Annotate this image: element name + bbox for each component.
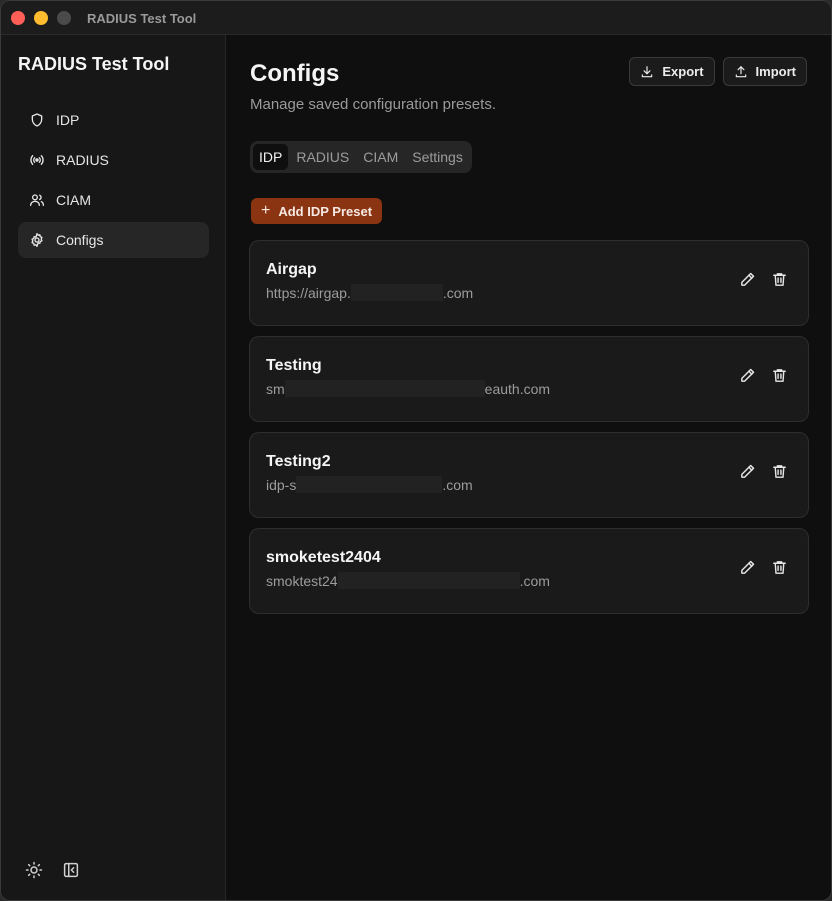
- title-bar: RADIUS Test Tool: [1, 1, 831, 35]
- trash-icon[interactable]: [771, 463, 788, 480]
- preset-actions: [739, 271, 788, 288]
- preset-url-suffix: .com: [442, 477, 473, 493]
- page-subtitle: Manage saved configuration presets.: [250, 96, 496, 113]
- preset-url-prefix: idp-s: [266, 477, 297, 493]
- sidebar-footer: [25, 861, 80, 879]
- preset-list: Airgap https://airgap. .com Testing sm eau…: [249, 240, 809, 624]
- redacted-block: [296, 476, 443, 493]
- download-icon: [642, 65, 653, 77]
- preset-card: Airgap https://airgap. .com: [249, 240, 809, 326]
- preset-url-prefix: sm: [266, 381, 285, 397]
- shield-icon: [29, 112, 45, 128]
- sidebar-item-label: Configs: [56, 232, 104, 248]
- preset-name: smoketest2404: [266, 549, 381, 566]
- preset-url-suffix: eauth.com: [484, 381, 551, 397]
- sun-icon[interactable]: [25, 861, 43, 879]
- preset-url-prefix: smoktest24: [266, 573, 338, 589]
- tab-ciam[interactable]: CIAM: [357, 144, 404, 170]
- minimize-window-button[interactable]: [34, 11, 48, 25]
- trash-icon[interactable]: [771, 559, 788, 576]
- sidebar-item-ciam[interactable]: CIAM: [18, 182, 209, 218]
- tab-radius[interactable]: RADIUS: [290, 144, 355, 170]
- sidebar-item-label: CIAM: [56, 192, 91, 208]
- export-label: Export: [662, 64, 704, 79]
- import-button[interactable]: Import: [722, 57, 807, 86]
- sidebar: RADIUS Test Tool IDP RADIUS CIAM Configs: [1, 35, 226, 900]
- upload-icon: [735, 65, 746, 77]
- redacted-block: [350, 284, 443, 301]
- sidebar-item-idp[interactable]: IDP: [18, 102, 209, 138]
- preset-url: smoktest24 .com: [266, 572, 550, 589]
- plus-icon: +: [261, 202, 271, 219]
- preset-actions: [739, 559, 788, 576]
- gear-icon: [29, 232, 45, 248]
- trash-icon[interactable]: [771, 271, 788, 288]
- sidebar-item-label: RADIUS: [56, 152, 109, 168]
- tab-settings[interactable]: Settings: [406, 144, 469, 170]
- preset-actions: [739, 463, 788, 480]
- preset-url: https://airgap. .com: [266, 284, 473, 301]
- edit-icon[interactable]: [739, 463, 756, 480]
- tab-idp[interactable]: IDP: [253, 144, 289, 170]
- add-idp-preset-button[interactable]: + Add IDP Preset: [251, 198, 383, 224]
- maximize-window-button[interactable]: [57, 11, 71, 25]
- preset-actions: [739, 367, 788, 384]
- preset-url-prefix: https://airgap.: [266, 285, 351, 301]
- redacted-block: [337, 572, 520, 589]
- preset-url: idp-s .com: [266, 476, 473, 493]
- header-actions: Export Import: [629, 57, 807, 86]
- app-window: RADIUS Test Tool RADIUS Test Tool IDP RA…: [0, 0, 832, 901]
- trash-icon[interactable]: [771, 367, 788, 384]
- edit-icon[interactable]: [739, 367, 756, 384]
- preset-url: sm eauth.com: [266, 380, 550, 397]
- preset-card: Testing sm eauth.com: [249, 336, 809, 422]
- edit-icon[interactable]: [739, 559, 756, 576]
- preset-url-suffix: .com: [519, 573, 550, 589]
- broadcast-icon: [29, 152, 45, 168]
- users-icon: [29, 192, 45, 208]
- import-label: Import: [755, 64, 796, 79]
- preset-card: smoketest2404 smoktest24 .com: [249, 528, 809, 614]
- sidebar-item-label: IDP: [56, 112, 80, 128]
- edit-icon[interactable]: [739, 271, 756, 288]
- main-content: Configs Manage saved configuration prese…: [227, 35, 831, 900]
- preset-name: Testing2: [266, 453, 331, 470]
- preset-name: Testing: [266, 357, 322, 374]
- close-window-button[interactable]: [11, 11, 25, 25]
- page-title: Configs: [250, 60, 340, 87]
- config-tabs: IDP RADIUS CIAM Settings: [250, 141, 472, 173]
- app-name: RADIUS Test Tool: [18, 54, 170, 74]
- export-button[interactable]: Export: [629, 57, 715, 86]
- preset-card: Testing2 idp-s .com: [249, 432, 809, 518]
- sidebar-item-radius[interactable]: RADIUS: [18, 142, 209, 178]
- redacted-block: [284, 380, 485, 397]
- preset-url-suffix: .com: [442, 285, 474, 301]
- window-title: RADIUS Test Tool: [87, 11, 197, 26]
- add-idp-preset-label: Add IDP Preset: [278, 203, 373, 219]
- preset-name: Airgap: [266, 261, 317, 278]
- sidebar-item-configs[interactable]: Configs: [18, 222, 209, 258]
- collapse-sidebar-icon[interactable]: [62, 861, 80, 879]
- sidebar-nav: IDP RADIUS CIAM Configs: [18, 102, 209, 262]
